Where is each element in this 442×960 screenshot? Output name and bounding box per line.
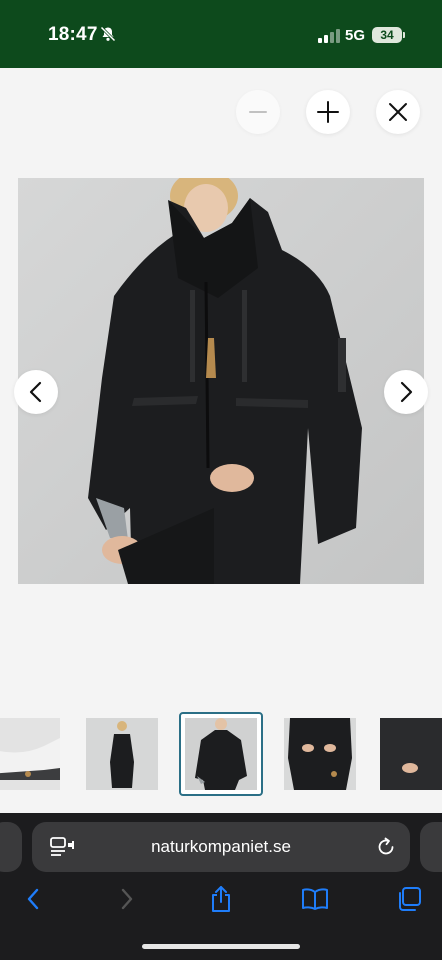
- image-viewer: [0, 68, 442, 813]
- bell-slash-icon: [100, 26, 116, 42]
- back-icon: [27, 888, 39, 910]
- thumbnail-image: [284, 718, 356, 790]
- jacket-photo: [18, 178, 424, 584]
- tabs-icon: [399, 887, 421, 911]
- zoom-out-icon: [249, 111, 267, 113]
- signal-icon: [318, 29, 340, 43]
- back-button[interactable]: [18, 885, 48, 913]
- battery-level: 34: [372, 27, 402, 43]
- previous-tab-preview[interactable]: [0, 822, 22, 872]
- tabs-button[interactable]: [394, 885, 424, 913]
- network-type: 5G: [345, 27, 366, 44]
- url-text[interactable]: naturkompaniet.se: [32, 837, 410, 857]
- thumbnail-1[interactable]: [0, 718, 60, 790]
- thumbnail-5[interactable]: [380, 718, 442, 790]
- thumbnail-image: [380, 718, 442, 790]
- status-bar: 18:47 5G 34: [0, 0, 442, 68]
- forward-button[interactable]: [112, 885, 142, 913]
- thumbnail-frame: [185, 718, 257, 790]
- thumbnail-4[interactable]: [284, 718, 356, 790]
- next-tab-preview[interactable]: [420, 822, 442, 872]
- previous-image-button[interactable]: [14, 370, 58, 414]
- address-bar[interactable]: naturkompaniet.se: [32, 822, 410, 872]
- forward-icon: [121, 888, 133, 910]
- close-icon: [389, 103, 407, 121]
- thumbnail-strip: [0, 710, 442, 804]
- reload-icon[interactable]: [376, 837, 396, 857]
- thumbnail-image: [185, 718, 257, 790]
- bookmarks-button[interactable]: [300, 885, 330, 913]
- zoom-in-button[interactable]: [306, 90, 350, 134]
- battery-tip: [403, 32, 405, 38]
- home-indicator[interactable]: [142, 944, 300, 949]
- product-image[interactable]: [18, 178, 424, 584]
- safari-toolbar: naturkompaniet.se: [0, 813, 442, 960]
- thumbnail-2[interactable]: [86, 718, 158, 790]
- status-time: 18:47: [48, 24, 98, 45]
- share-button[interactable]: [206, 885, 236, 913]
- next-image-button[interactable]: [384, 370, 428, 414]
- thumbnail-image: [0, 718, 60, 790]
- thumbnail-image: [86, 718, 158, 790]
- zoom-out-button[interactable]: [236, 90, 280, 134]
- thumbnail-3[interactable]: [179, 712, 263, 796]
- share-icon: [212, 886, 230, 912]
- close-button[interactable]: [376, 90, 420, 134]
- chevron-right-icon: [400, 381, 413, 403]
- bookmarks-icon: [302, 888, 328, 910]
- zoom-in-icon: [317, 101, 339, 123]
- chevron-left-icon: [29, 381, 42, 403]
